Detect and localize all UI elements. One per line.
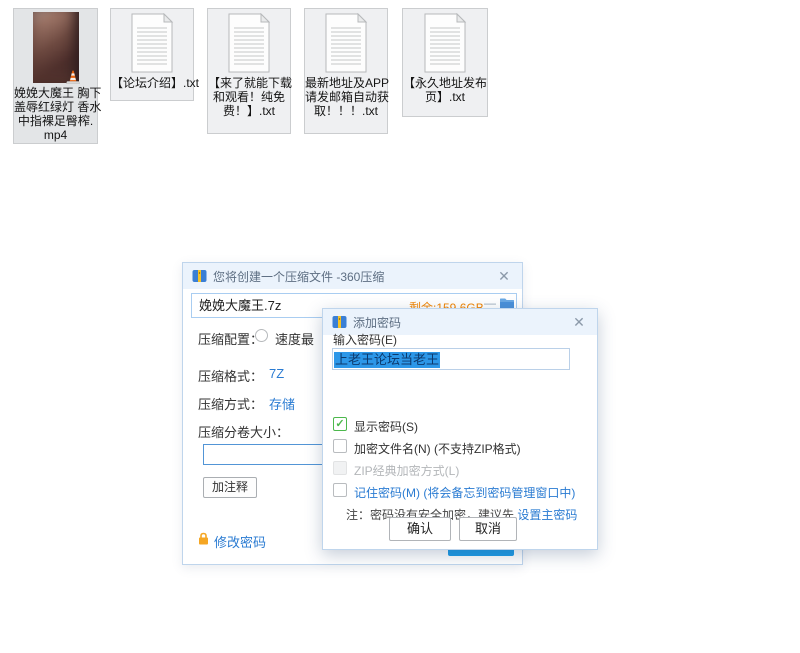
zip-classic-label: ZIP经典加密方式(L) bbox=[354, 464, 460, 478]
file-label: 娩娩大魔王 胸下 bbox=[14, 86, 102, 100]
file-label: 【永久地址发布 bbox=[403, 76, 488, 90]
text-file-icon bbox=[228, 13, 271, 73]
file-video[interactable]: 娩娩大魔王 胸下 盖辱红绿灯 香水 中指裸足臀榨. mp4 bbox=[13, 8, 102, 144]
compress-format-label: 压缩格式： bbox=[198, 369, 264, 384]
checkbox-disabled-icon bbox=[333, 461, 347, 475]
add-password-dialog: 添加密码 ✕ 输入密码(E) 上老王论坛当老王 显示密码(S) 加密文件名(N)… bbox=[322, 308, 598, 550]
compress-config-option[interactable]: 速度最 bbox=[275, 329, 314, 348]
password-input[interactable]: 上老王论坛当老王 bbox=[332, 348, 570, 370]
vlc-cone-icon bbox=[65, 70, 80, 84]
confirm-button[interactable]: 确认 bbox=[389, 517, 451, 541]
text-file-icon bbox=[131, 13, 174, 73]
checkbox-checked-icon[interactable] bbox=[333, 417, 347, 431]
selected-password-text: 上老王论坛当老王 bbox=[334, 352, 441, 368]
compress-format-value[interactable]: 7Z bbox=[269, 366, 284, 381]
compress-method-label: 压缩方式： bbox=[198, 397, 264, 412]
video-thumbnail bbox=[32, 12, 80, 84]
compress-config-label: 压缩配置： bbox=[198, 332, 264, 347]
password-dialog-title: 添加密码 bbox=[353, 315, 402, 330]
encrypt-filename-label: 加密文件名(N) (不支持ZIP格式) bbox=[354, 442, 521, 456]
360zip-app-icon bbox=[192, 270, 207, 282]
file-label: 请发邮箱自动获 bbox=[305, 90, 390, 104]
modify-password-link[interactable]: 修改密码 bbox=[214, 532, 266, 551]
file-txt-forum-intro[interactable]: 【论坛介绍】.txt bbox=[110, 8, 200, 101]
add-comment-button[interactable]: 加注释 bbox=[203, 477, 257, 498]
file-label: 最新地址及APP bbox=[305, 76, 390, 90]
file-label: 盖辱红绿灯 香水 bbox=[14, 100, 102, 114]
password-input-label: 输入密码(E) bbox=[333, 333, 397, 347]
lock-icon bbox=[199, 532, 208, 545]
compress-dialog-titlebar[interactable]: 您将创建一个压缩文件 -360压缩 ✕ bbox=[183, 263, 522, 289]
speed-radio[interactable] bbox=[255, 329, 268, 342]
checkbox-unchecked-icon[interactable] bbox=[333, 439, 347, 453]
set-master-password-link[interactable]: 设置主密码 bbox=[517, 508, 577, 522]
file-label: 取！！！.txt bbox=[313, 104, 378, 118]
text-file-icon bbox=[424, 13, 467, 73]
close-icon[interactable]: ✕ bbox=[570, 313, 588, 331]
show-password-label: 显示密码(S) bbox=[354, 420, 418, 434]
remember-password-label: 记住密码(M) (将会备忘到密码管理窗口中) bbox=[354, 486, 576, 500]
file-txt-permanent-address[interactable]: 【永久地址发布 页】.txt bbox=[402, 8, 488, 117]
text-file-icon bbox=[325, 13, 368, 73]
360zip-app-icon bbox=[332, 316, 347, 328]
file-label: 和观看！纯免 bbox=[212, 90, 285, 104]
file-label: 【论坛介绍】.txt bbox=[111, 76, 200, 90]
file-label: 【来了就能下载 bbox=[208, 76, 293, 90]
compress-method-value[interactable]: 存储 bbox=[269, 394, 295, 413]
file-label: 页】.txt bbox=[424, 90, 465, 104]
close-icon[interactable]: ✕ bbox=[495, 267, 513, 285]
cancel-button[interactable]: 取消 bbox=[459, 517, 517, 541]
file-txt-download-watch[interactable]: 【来了就能下载 和观看！纯免 费！】.txt bbox=[207, 8, 293, 134]
file-label: 中指裸足臀榨. bbox=[17, 114, 94, 128]
volume-size-label: 压缩分卷大小： bbox=[198, 425, 290, 440]
compress-dialog-title: 您将创建一个压缩文件 -360压缩 bbox=[213, 269, 385, 284]
file-txt-latest-address[interactable]: 最新地址及APP 请发邮箱自动获 取！！！.txt bbox=[304, 8, 390, 134]
checkbox-unchecked-icon[interactable] bbox=[333, 483, 347, 497]
file-label: 费！】.txt bbox=[222, 104, 275, 118]
file-label: mp4 bbox=[43, 128, 68, 142]
